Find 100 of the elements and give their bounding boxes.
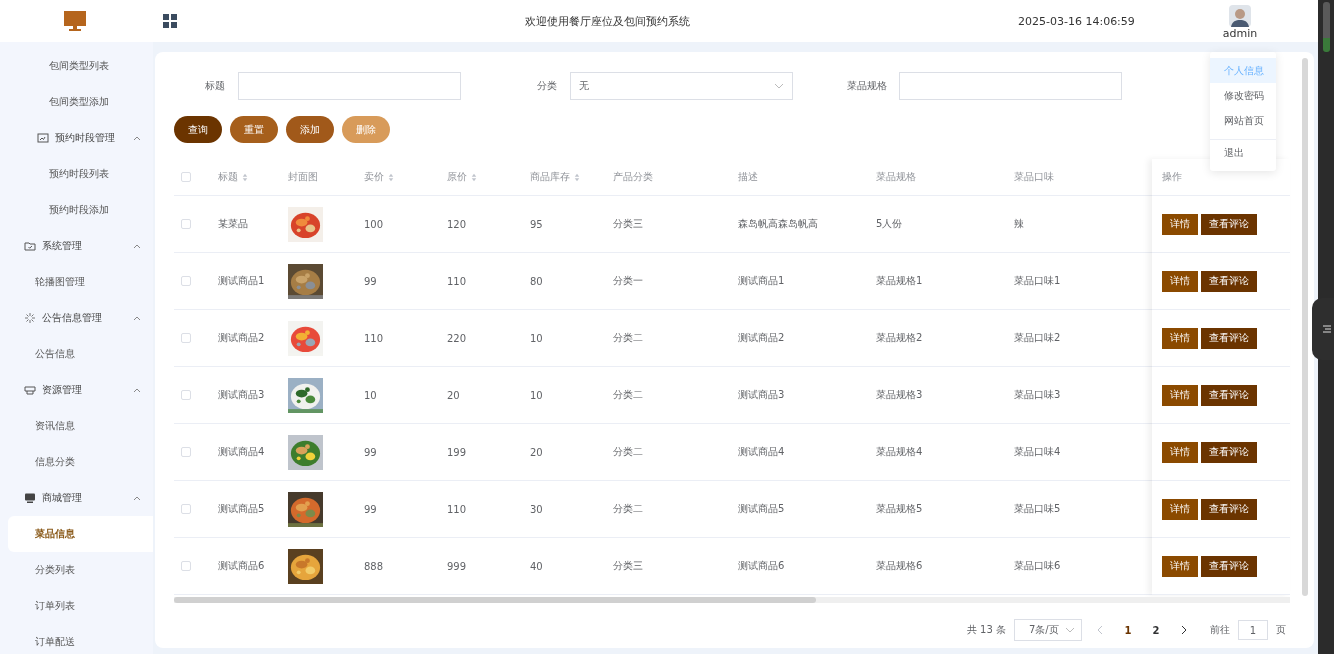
page-input[interactable]: 1 (1238, 620, 1268, 640)
page-scrollbar[interactable] (1318, 0, 1334, 654)
sort-icon[interactable] (471, 172, 477, 182)
sidebar-item[interactable]: 包间类型列表 (0, 48, 153, 84)
sidebar-item[interactable]: 菜品信息 (8, 516, 153, 552)
table-cell: 分类三 (613, 560, 643, 571)
table-cell: 99 (364, 446, 377, 458)
sidebar-group[interactable]: 公告信息管理 (0, 300, 153, 336)
table-cell: 分类二 (613, 446, 643, 457)
details-button[interactable]: 详情 (1162, 498, 1198, 520)
table-cell: 森岛帆高森岛帆高 (738, 218, 818, 229)
sidebar-group[interactable]: 预约时段管理 (0, 120, 153, 156)
column-header: 封面图 (288, 170, 318, 184)
action-button[interactable]: 重置 (230, 116, 278, 143)
chevron-down-icon (774, 83, 784, 89)
action-button[interactable]: 查询 (174, 116, 222, 143)
details-button[interactable]: 详情 (1162, 441, 1198, 463)
avatar-icon[interactable] (1229, 4, 1251, 27)
details-button[interactable]: 详情 (1162, 384, 1198, 406)
table-cell: 分类二 (613, 332, 643, 343)
column-header: 描述 (738, 170, 758, 184)
sidebar-item[interactable]: 分类列表 (0, 552, 153, 588)
vertical-scrollbar[interactable] (1302, 58, 1308, 596)
user-name[interactable]: admin (1222, 26, 1258, 40)
sidebar-item[interactable]: 轮播图管理 (0, 264, 153, 300)
menu-item[interactable]: 网站首页 (1210, 108, 1276, 133)
sidebar-group[interactable]: 系统管理 (0, 228, 153, 264)
view-reviews-button[interactable]: 查看评论 (1201, 498, 1257, 520)
monitor-icon (24, 492, 36, 504)
table-cell: 999 (447, 560, 467, 572)
picture-frame-icon (37, 132, 49, 144)
sidebar-item[interactable]: 包间类型添加 (0, 84, 153, 120)
view-reviews-button[interactable]: 查看评论 (1201, 213, 1257, 235)
table-cell: 测试商品2 (738, 332, 785, 343)
sort-icon[interactable] (574, 172, 580, 182)
list-icon (1322, 324, 1332, 334)
table-cell: 测试商品1 (218, 275, 265, 286)
table-cell: 110 (364, 332, 384, 344)
table-cell: 40 (530, 560, 543, 572)
table-cell: 95 (530, 218, 543, 230)
sidebar-item[interactable]: 信息分类 (0, 444, 153, 480)
menu-item[interactable]: 退出 (1210, 139, 1276, 165)
sidebar-item[interactable]: 资讯信息 (0, 408, 153, 444)
folder-icon (24, 240, 36, 252)
page-button[interactable]: 1 (1118, 620, 1138, 640)
sidebar-group[interactable]: 资源管理 (0, 372, 153, 408)
chevron-right-icon[interactable] (1180, 625, 1188, 635)
details-button[interactable]: 详情 (1162, 213, 1198, 235)
details-button[interactable]: 详情 (1162, 270, 1198, 292)
menu-item[interactable]: 修改密码 (1210, 83, 1276, 108)
table-cell: 10 (530, 389, 543, 401)
sort-icon[interactable] (242, 172, 248, 182)
select-all-checkbox[interactable] (181, 172, 191, 182)
sidebar-group[interactable]: 商城管理 (0, 480, 153, 516)
sidebar-item[interactable]: 订单配送 (0, 624, 153, 654)
details-button[interactable]: 详情 (1162, 327, 1198, 349)
row-checkbox[interactable] (181, 219, 191, 229)
search-field[interactable] (899, 72, 1122, 100)
action-button[interactable]: 添加 (286, 116, 334, 143)
page-size-select[interactable]: 7条/页 (1014, 619, 1082, 641)
search-field[interactable] (238, 72, 461, 100)
details-button[interactable]: 详情 (1162, 555, 1198, 577)
page-button[interactable]: 2 (1146, 620, 1166, 640)
category-select[interactable]: 无 (570, 72, 793, 100)
table-cell: 菜品口味6 (1014, 560, 1061, 571)
row-checkbox[interactable] (181, 276, 191, 286)
table-cell: 测试商品5 (218, 503, 265, 514)
goto-label: 前往 (1210, 623, 1230, 637)
grid-menu-icon[interactable] (163, 14, 177, 28)
table-cell: 分类二 (613, 503, 643, 514)
sort-icon[interactable] (388, 172, 394, 182)
view-reviews-button[interactable]: 查看评论 (1201, 327, 1257, 349)
table-cell: 测试商品3 (218, 389, 265, 400)
sidebar-item[interactable]: 公告信息 (0, 336, 153, 372)
row-checkbox[interactable] (181, 333, 191, 343)
row-checkbox[interactable] (181, 561, 191, 571)
row-checkbox[interactable] (181, 447, 191, 457)
view-reviews-button[interactable]: 查看评论 (1201, 555, 1257, 577)
table-cell: 某菜品 (218, 218, 248, 229)
table-cell: 菜品口味4 (1014, 446, 1061, 457)
sidebar-item[interactable]: 预约时段列表 (0, 156, 153, 192)
row-checkbox[interactable] (181, 504, 191, 514)
filter-label: 分类 (536, 79, 557, 93)
sidebar-item[interactable]: 订单列表 (0, 588, 153, 624)
table-cell: 分类三 (613, 218, 643, 229)
table-cell: 测试商品4 (218, 446, 265, 457)
table-cell: 30 (530, 503, 543, 515)
table-cell: 10 (364, 389, 377, 401)
horizontal-scrollbar[interactable] (174, 597, 1290, 603)
table-cell: 199 (447, 446, 467, 458)
filter-label: 标题 (204, 79, 225, 93)
sidebar-item[interactable]: 预约时段添加 (0, 192, 153, 228)
view-reviews-button[interactable]: 查看评论 (1201, 384, 1257, 406)
table-cell: 100 (364, 218, 384, 230)
table-cell: 888 (364, 560, 384, 572)
table-cell: 120 (447, 218, 467, 230)
table-cell: 分类一 (613, 275, 643, 286)
row-checkbox[interactable] (181, 390, 191, 400)
view-reviews-button[interactable]: 查看评论 (1201, 441, 1257, 463)
view-reviews-button[interactable]: 查看评论 (1201, 270, 1257, 292)
